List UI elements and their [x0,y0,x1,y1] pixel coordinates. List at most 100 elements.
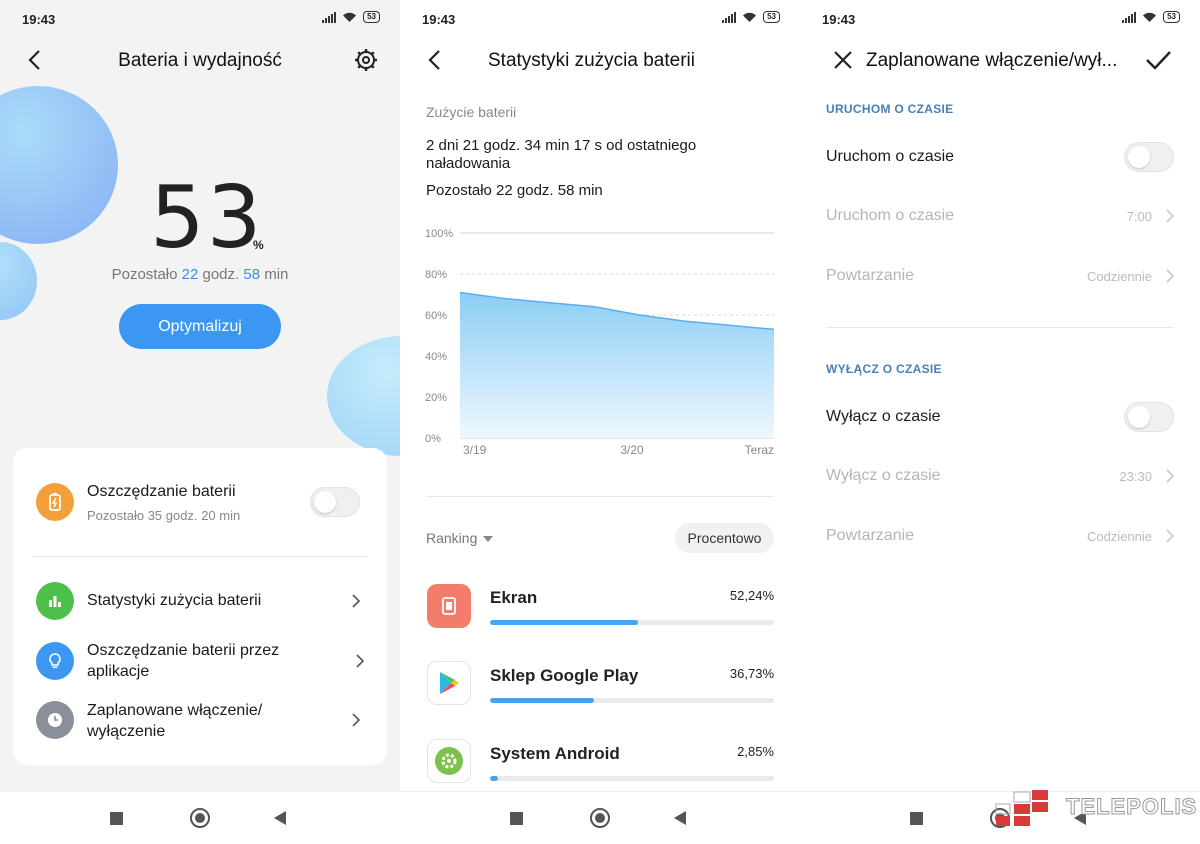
recents-button[interactable] [910,812,923,825]
divider [426,496,774,497]
remaining-time: Pozostało 22 godz. 58 min [426,182,603,199]
divider [826,327,1174,328]
signal-icon [722,11,737,23]
chevron-right-icon [352,594,361,608]
gear-icon[interactable] [350,44,382,76]
app-usage-bar [490,698,774,703]
app-usage-bar-fill [490,620,639,625]
home-button[interactable] [590,808,610,828]
navigation-bar [400,791,800,844]
section-header-on: URUCHOM O CZASIE [826,102,954,116]
back-button[interactable] [274,811,286,825]
scheduled-power-screen: 19:43 53 Zaplanowane włączenie/wył... UR… [800,0,1200,844]
telepolis-logo [995,790,1048,826]
lightbulb-icon [36,642,74,680]
status-time: 19:43 [22,12,56,27]
chevron-right-icon [1166,469,1175,483]
status-time: 19:43 [422,12,456,27]
since-charge-line-2: naładowania [426,155,511,172]
app-usage-bar [490,776,774,781]
decor-bubble-large [0,86,118,244]
battery-saver-toggle[interactable] [310,487,360,517]
usage-stats-label: Statystyki zużycia baterii [87,592,262,609]
back-button[interactable] [674,811,686,825]
recents-button[interactable] [110,812,123,825]
watermark-text: TELEPOLIS [1065,794,1198,820]
usage-area [460,292,774,438]
battery-saver-icon [36,483,74,521]
screen-icon [427,584,471,628]
recents-button[interactable] [510,812,523,825]
chevron-right-icon [352,713,361,727]
y-tick-label: 20% [425,392,447,404]
battery-indicator: 53 [363,11,380,23]
y-tick-label: 40% [425,351,447,363]
home-button[interactable] [190,808,210,828]
android-system-icon [427,739,471,783]
power-off-repeat-value: Codziennie [1086,529,1152,544]
app-usage-bar-fill [490,776,499,781]
app-battery-saver-label-2: aplikacje [87,663,150,680]
caret-down-icon [483,536,494,543]
power-off-time-value: 23:30 [1119,469,1152,484]
wifi-icon [343,12,357,22]
battery-indicator: 53 [1163,11,1180,23]
app-usage-bar [490,620,774,625]
app-name: Sklep Google Play [490,666,639,685]
signal-icon [1122,11,1137,23]
x-tick-label: Teraz [745,443,774,457]
settings-card: Oszczędzanie baterii Pozostało 35 godz. … [13,448,387,765]
page-title: Bateria i wydajność [118,50,282,71]
status-bar: 19:43 53 [0,0,400,36]
checkmark-icon[interactable] [1142,44,1174,76]
battery-usage-chart: 100% 80% 60% 40% 20% 0% 3/19 3/20 Teraz [425,228,775,457]
y-tick-label: 60% [425,310,447,322]
back-arrow-icon[interactable] [420,44,452,76]
page-title: Zaplanowane włączenie/wył... [866,50,1118,71]
ranking-dropdown[interactable]: Ranking [426,530,494,546]
navigation-bar [0,791,400,844]
bar-chart-icon [36,582,74,620]
chevron-right-icon [356,654,365,668]
app-percent: 52,24% [729,588,774,603]
app-usage-bar-fill [490,698,595,703]
battery-indicator: 53 [763,11,780,23]
power-on-toggle[interactable] [1124,142,1174,172]
power-on-toggle-label: Uruchom o czasie [826,148,955,165]
remaining-minutes-unit: min [264,266,289,283]
watermark: TELEPOLIS [994,786,1198,832]
clock-icon [36,701,74,739]
app-percent: 2,85% [737,744,774,759]
y-tick-label: 80% [425,269,447,281]
chevron-right-icon [1166,269,1175,283]
signal-icon [322,11,337,23]
percent-mode-button[interactable]: Procentowo [675,523,774,553]
power-on-repeat-label: Powtarzanie [826,267,915,284]
power-off-time-label: Wyłącz o czasie [826,467,941,484]
remaining-hours: 22 [181,266,199,283]
status-time: 19:43 [822,12,856,27]
scheduled-onoff-label-1: Zaplanowane włączenie/ [87,702,263,719]
remaining-prefix: Pozostało [111,266,178,283]
close-icon[interactable] [827,44,859,76]
status-icons: 53 [1122,11,1180,23]
app-percent: 36,73% [729,666,774,681]
since-charge-line-1: 2 dni 21 godz. 34 min 17 s od ostatniego [426,137,697,154]
battery-usage-stats-screen: 19:43 53 Statystyki zużycia baterii Zuży… [400,0,800,844]
decor-bubble-right [327,336,400,456]
wifi-icon [743,12,757,22]
top-bar: Statystyki zużycia baterii [400,38,800,82]
status-icons: 53 [322,11,380,23]
battery-performance-screen: 19:43 53 Bateria i wydajność 53 % Pozost… [0,0,400,844]
power-on-repeat-value: Codziennie [1086,269,1152,284]
power-off-repeat-label: Powtarzanie [826,527,915,544]
y-tick-label: 100% [425,228,453,240]
ranking-label: Ranking [426,530,478,546]
section-header-off: WYŁĄCZ O CZASIE [826,362,942,376]
scheduled-onoff-label-2: wyłączenie [87,723,166,740]
power-off-toggle-label: Wyłącz o czasie [826,408,941,425]
battery-percent: 53 [150,168,264,268]
remaining-minutes: 58 [243,266,261,283]
power-off-toggle[interactable] [1124,402,1174,432]
optimize-button[interactable]: Optymalizuj [119,304,281,349]
